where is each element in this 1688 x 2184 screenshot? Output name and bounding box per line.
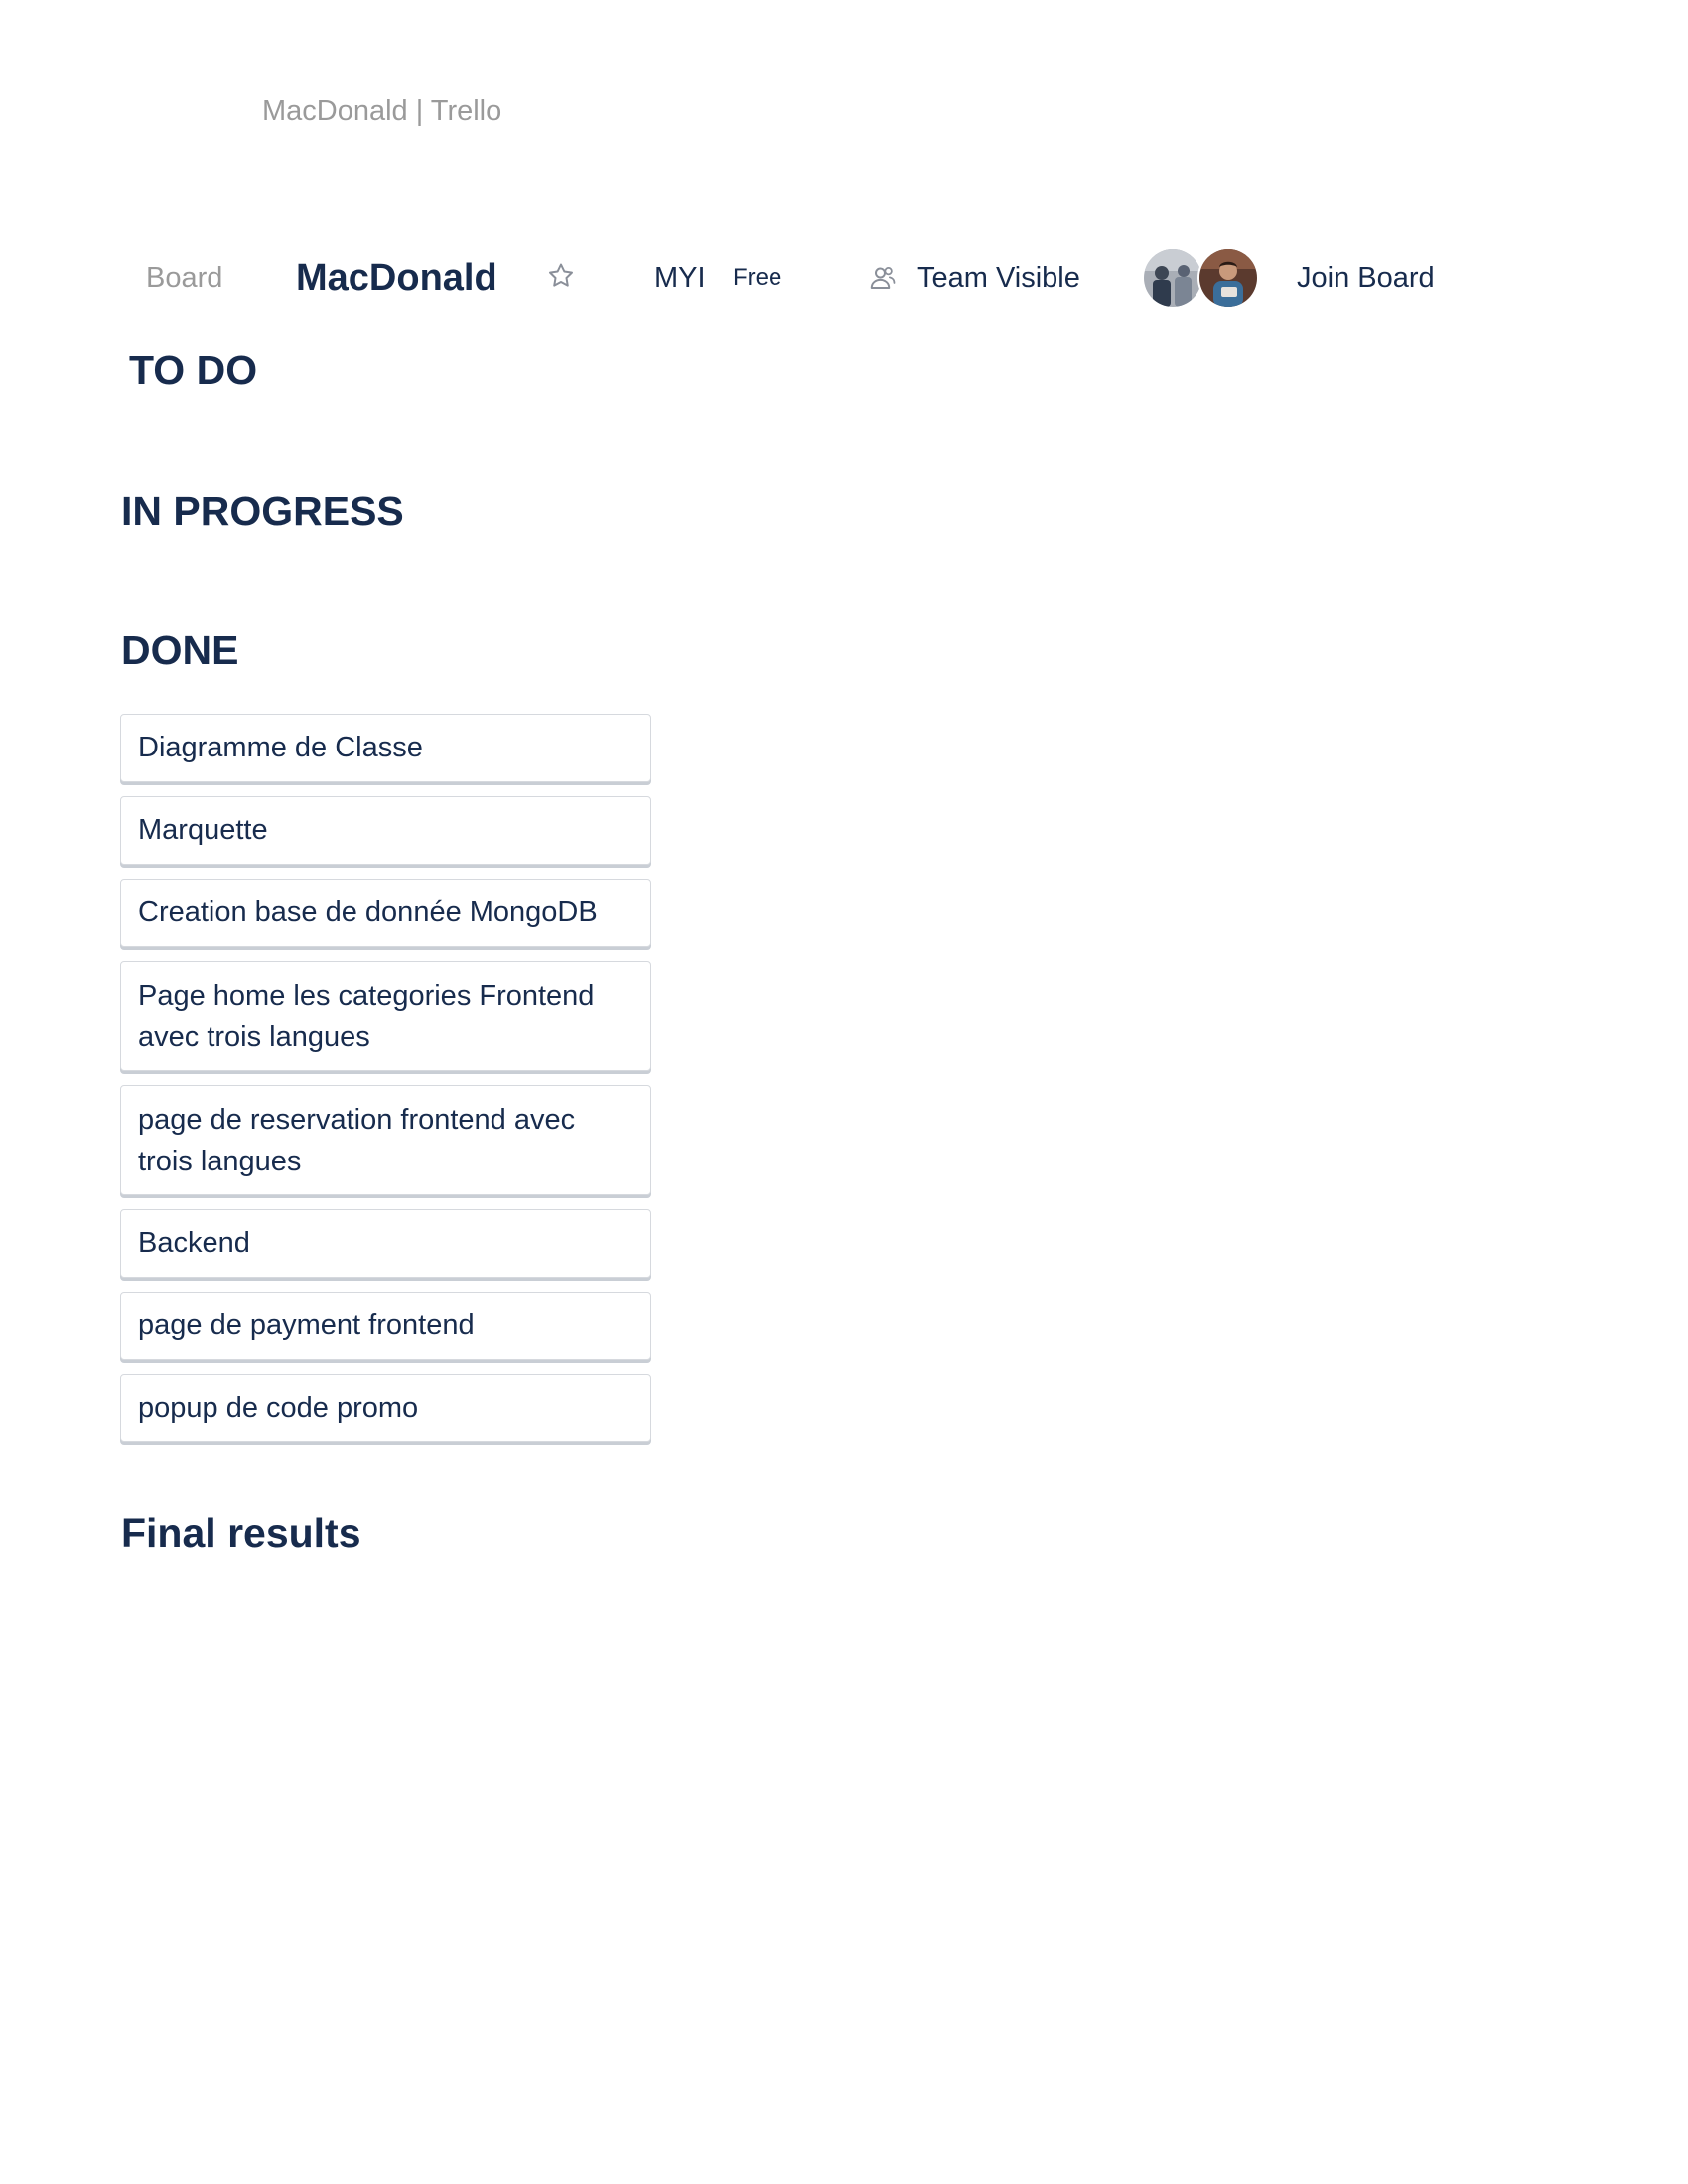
done-card-list: Diagramme de Classe Marquette Creation b… [120,714,651,1456]
avatar[interactable] [1197,247,1259,309]
list-title-todo[interactable]: TO DO [129,347,257,394]
visibility-button[interactable]: Team Visible [868,243,1080,313]
list-card[interactable]: popup de code promo [120,1374,651,1442]
list-title-final-results[interactable]: Final results [121,1510,361,1557]
board-label[interactable]: Board [146,243,222,313]
join-board-button[interactable]: Join Board [1297,243,1435,313]
list-card[interactable]: Page home les categories Frontend avec t… [120,961,651,1071]
visibility-label: Team Visible [917,261,1080,294]
list-card[interactable]: page de payment frontend [120,1292,651,1360]
board-name[interactable]: MacDonald [296,243,497,313]
team-name[interactable]: MYI [654,243,706,313]
team-visibility-icon [868,263,902,293]
list-card[interactable]: Diagramme de Classe [120,714,651,782]
star-button[interactable] [544,243,578,313]
plan-badge: Free [733,264,782,291]
member-avatars [1142,243,1259,313]
board-header: Board MacDonald MYI Free Team Visible Jo… [0,243,1688,313]
list-title-done[interactable]: DONE [121,627,238,674]
list-card[interactable]: page de reservation frontend avec trois … [120,1085,651,1195]
list-card[interactable]: Backend [120,1209,651,1278]
list-title-in-progress[interactable]: IN PROGRESS [121,488,404,535]
star-icon [546,261,576,296]
avatar[interactable] [1142,247,1203,309]
list-card[interactable]: Marquette [120,796,651,865]
list-card[interactable]: Creation base de donnée MongoDB [120,879,651,947]
page-title: MacDonald | Trello [262,95,502,127]
